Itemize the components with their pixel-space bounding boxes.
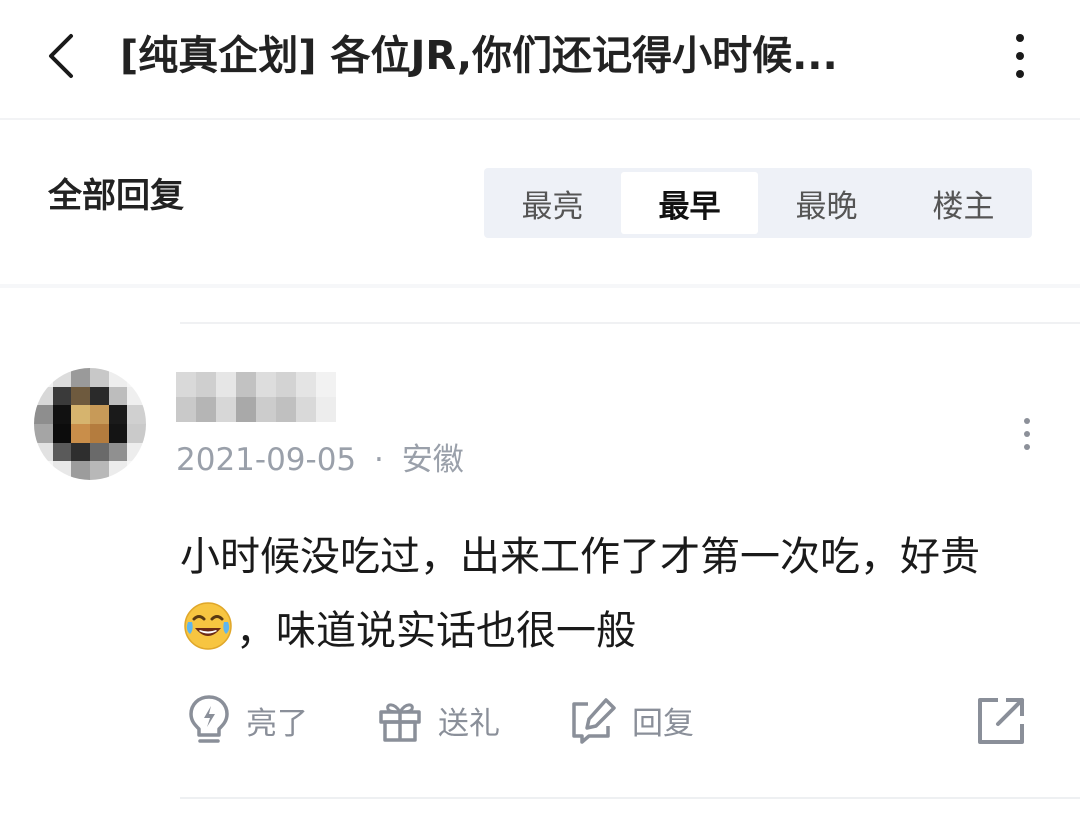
reply-label: 回复	[632, 705, 694, 742]
more-dots-icon	[1024, 418, 1030, 424]
tab-op-only[interactable]: 楼主	[895, 168, 1032, 238]
section-divider	[0, 284, 1080, 288]
top-navigation-bar: [纯真企划] 各位JR,你们还记得小时候...	[0, 0, 1080, 118]
gift-label: 送礼	[438, 705, 500, 742]
meta-separator: ·	[374, 442, 384, 478]
more-dots-icon	[1016, 34, 1024, 42]
comment-location: 安徽	[401, 442, 464, 478]
comment-text-part2: ，味道说实话也很一般	[236, 608, 636, 654]
edit-reply-icon	[572, 698, 616, 744]
divider	[180, 797, 1080, 799]
like-button[interactable]: 亮了	[186, 688, 308, 752]
lightbulb-icon	[189, 695, 229, 743]
comment-item: 2021-09-05 · 安徽 小时候没吃过，出来工作了才第一次吃，好贵 ，味道…	[0, 324, 1080, 794]
comment-more-button[interactable]	[1010, 410, 1044, 458]
username-blurred[interactable]	[176, 372, 336, 422]
face-with-tears-of-joy-icon	[184, 602, 232, 650]
all-replies-label: 全部回复	[48, 176, 184, 216]
gift-button[interactable]: 送礼	[376, 688, 500, 752]
chevron-left-icon	[49, 34, 73, 78]
sort-tabs: 最亮 最早 最晚 楼主	[484, 168, 1032, 238]
page-title: [纯真企划] 各位JR,你们还记得小时候...	[120, 33, 838, 79]
replies-header: 全部回复 最亮 最早 最晚 楼主	[0, 120, 1080, 284]
reply-button[interactable]: 回复	[568, 688, 694, 752]
comment-text-part1: 小时候没吃过，出来工作了才第一次吃，好贵	[180, 534, 980, 580]
tab-earliest[interactable]: 最早	[621, 172, 758, 234]
avatar[interactable]	[34, 368, 146, 480]
like-label: 亮了	[246, 705, 308, 742]
more-options-button[interactable]	[996, 24, 1044, 88]
back-button[interactable]	[36, 28, 84, 84]
share-icon[interactable]	[974, 694, 1028, 748]
comment-date: 2021-09-05	[176, 442, 357, 478]
comment-meta: 2021-09-05 · 安徽	[176, 438, 464, 482]
comment-actions: 亮了 送礼 回复	[180, 688, 1060, 752]
gift-icon	[379, 703, 421, 742]
tab-brightest[interactable]: 最亮	[484, 168, 621, 238]
comment-text: 小时候没吃过，出来工作了才第一次吃，好贵 ，味道说实话也很一般	[180, 520, 980, 668]
tab-latest[interactable]: 最晚	[758, 168, 895, 238]
